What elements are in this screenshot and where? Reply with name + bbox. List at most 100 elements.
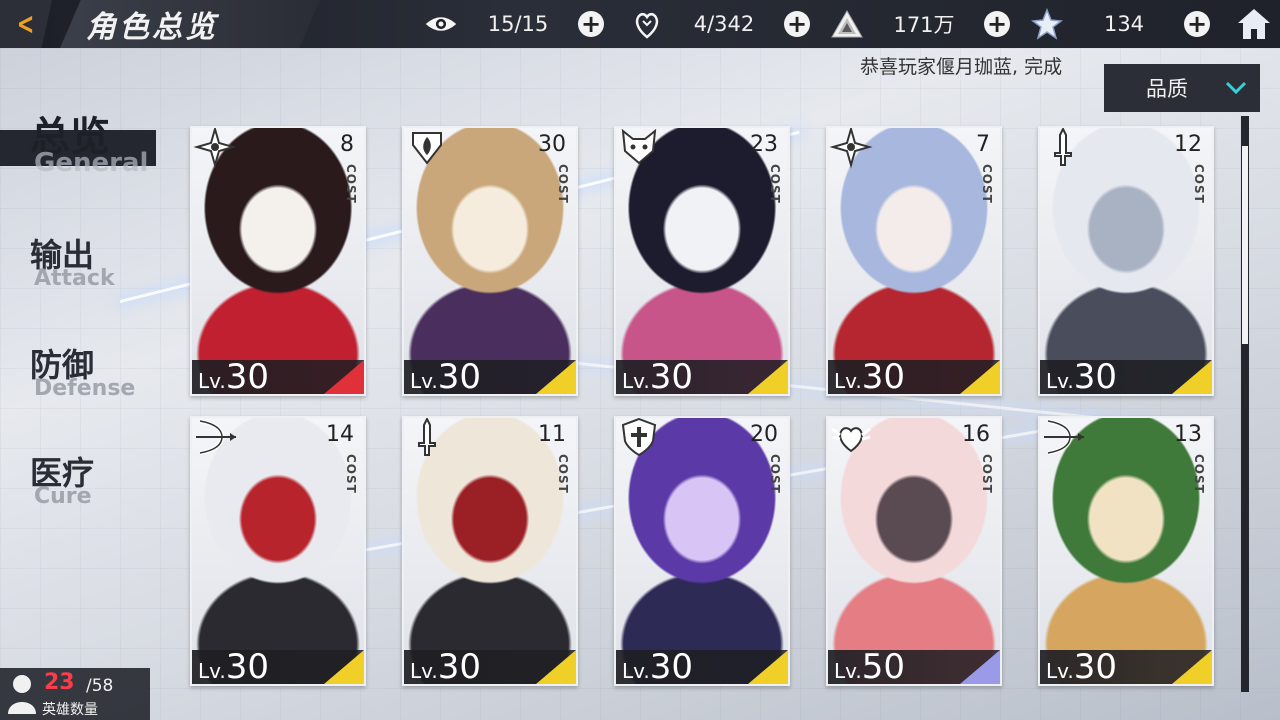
resource-value: 15/15	[487, 12, 549, 36]
rarity-corner	[324, 650, 364, 684]
chevron-down-icon	[1224, 76, 1248, 100]
page-title-plate: 角色总览	[60, 0, 320, 48]
card-cost-value: 12	[1174, 132, 1202, 157]
card-cost-label: COST	[1192, 164, 1206, 204]
card-cost-label: COST	[768, 454, 782, 494]
shield-icon	[616, 418, 664, 462]
nav-item-cure[interactable]: 医疗 Cure	[0, 448, 180, 518]
nav-item-defense[interactable]: 防御 Defense	[0, 340, 180, 410]
card-cost-label: COST	[344, 164, 358, 204]
heart-wing-icon	[828, 418, 876, 462]
hero-count-panel: 23 /58 英雄数量	[0, 668, 150, 720]
resource-value: 134	[1103, 12, 1145, 36]
announcement-marquee: 恭喜玩家偃月珈蓝, 完成	[860, 56, 1063, 78]
level-prefix: Lv.	[834, 369, 862, 393]
character-grid: 8 COST Lv. 30 30 COST Lv. 30 23 COST Lv.…	[190, 126, 1220, 686]
resource-gold: 171万 +	[830, 0, 1010, 48]
add-crystal-button[interactable]: +	[1184, 11, 1210, 37]
card-level: Lv. 30	[622, 360, 693, 394]
resource-value: 171万	[893, 13, 955, 37]
character-card[interactable]: 23 COST Lv. 30	[614, 126, 790, 396]
level-prefix: Lv.	[622, 369, 650, 393]
rarity-corner	[748, 360, 788, 394]
flame-icon	[404, 128, 452, 172]
heart-hand-icon	[630, 7, 664, 41]
level-prefix: Lv.	[198, 659, 226, 683]
rarity-corner	[536, 360, 576, 394]
card-cost-value: 16	[962, 422, 990, 447]
add-vision-button[interactable]: +	[578, 11, 604, 37]
card-cost-value: 14	[326, 422, 354, 447]
bow-icon	[1040, 418, 1088, 462]
character-card[interactable]: 7 COST Lv. 30	[826, 126, 1002, 396]
card-cost-label: COST	[344, 454, 358, 494]
level-value: 30	[437, 357, 482, 396]
level-prefix: Lv.	[410, 659, 438, 683]
card-level: Lv. 30	[1046, 650, 1117, 684]
rarity-corner	[960, 650, 1000, 684]
card-cost-label: COST	[556, 164, 570, 204]
shuriken-icon	[192, 128, 240, 172]
rarity-corner	[1172, 360, 1212, 394]
character-card[interactable]: 8 COST Lv. 30	[190, 126, 366, 396]
home-icon	[1238, 9, 1270, 39]
back-button[interactable]: <	[0, 0, 52, 48]
character-card[interactable]: 13 COST Lv. 30	[1038, 416, 1214, 686]
card-cost-value: 30	[538, 132, 566, 157]
back-arrow-icon: <	[17, 6, 35, 42]
card-level: Lv. 30	[198, 650, 269, 684]
hero-count-label: 英雄数量	[42, 702, 98, 718]
user-silhouette-icon	[8, 675, 36, 714]
level-prefix: Lv.	[834, 659, 862, 683]
level-prefix: Lv.	[410, 369, 438, 393]
character-card[interactable]: 16 COST Lv. 50	[826, 416, 1002, 686]
sword-icon	[1040, 128, 1088, 172]
card-level: Lv. 30	[834, 360, 905, 394]
nav-item-sublabel: General	[34, 148, 149, 178]
home-button[interactable]	[1234, 4, 1274, 44]
rarity-corner	[536, 650, 576, 684]
resource-value: 4/342	[693, 12, 755, 36]
card-cost-value: 13	[1174, 422, 1202, 447]
add-stamina-button[interactable]: +	[784, 11, 810, 37]
nav-item-general[interactable]: 总览 General	[0, 104, 180, 184]
card-cost-label: COST	[1192, 454, 1206, 494]
resource-vision: 15/15 +	[424, 0, 604, 48]
page-title: 角色总览	[86, 10, 218, 45]
character-card[interactable]: 14 COST Lv. 30	[190, 416, 366, 686]
hero-count-max: /58	[86, 676, 114, 696]
card-cost-label: COST	[980, 164, 994, 204]
character-card[interactable]: 12 COST Lv. 30	[1038, 126, 1214, 396]
add-gold-button[interactable]: +	[984, 11, 1010, 37]
character-card[interactable]: 30 COST Lv. 30	[402, 126, 578, 396]
card-cost-label: COST	[768, 164, 782, 204]
card-cost-label: COST	[980, 454, 994, 494]
card-level: Lv. 30	[410, 650, 481, 684]
nav-item-sublabel: Attack	[34, 266, 115, 291]
level-prefix: Lv.	[1046, 659, 1074, 683]
quality-filter-dropdown[interactable]: 品质	[1104, 64, 1260, 112]
level-value: 30	[437, 647, 482, 686]
card-level: Lv. 30	[1046, 360, 1117, 394]
character-card[interactable]: 20 COST Lv. 30	[614, 416, 790, 686]
nav-item-attack[interactable]: 输出 Attack	[0, 230, 180, 300]
level-value: 30	[861, 357, 906, 396]
level-value: 30	[225, 647, 270, 686]
level-value: 30	[225, 357, 270, 396]
sword-icon	[404, 418, 452, 462]
level-prefix: Lv.	[622, 659, 650, 683]
rarity-corner	[324, 360, 364, 394]
card-level: Lv. 30	[622, 650, 693, 684]
character-card[interactable]: 11 COST Lv. 30	[402, 416, 578, 686]
level-value: 50	[861, 647, 906, 686]
rarity-corner	[960, 360, 1000, 394]
level-value: 30	[1073, 357, 1118, 396]
rarity-corner	[1172, 650, 1212, 684]
top-bar: < 角色总览 15/15 + 4/342 + 171万 + 134 +	[0, 0, 1280, 48]
nav-item-sublabel: Cure	[34, 484, 92, 509]
card-cost-value: 20	[750, 422, 778, 447]
nav-item-sublabel: Defense	[34, 376, 136, 401]
card-cost-value: 11	[538, 422, 566, 447]
pyramid-coin-icon	[830, 7, 864, 41]
scrollbar-thumb[interactable]	[1242, 146, 1248, 344]
